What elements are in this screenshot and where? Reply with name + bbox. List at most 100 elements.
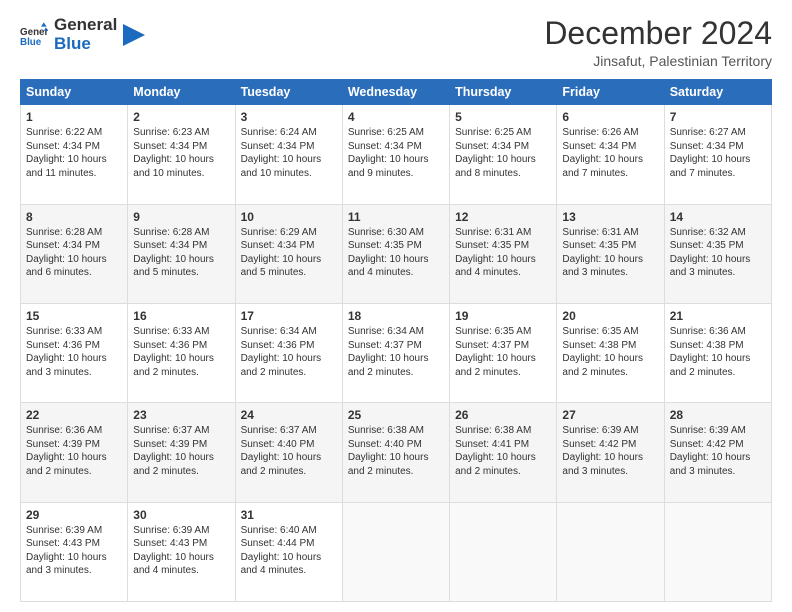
- daylight-label: Daylight: 10 hours and 2 minutes.: [133, 353, 214, 378]
- table-row: 16 Sunrise: 6:33 AM Sunset: 4:36 PM Dayl…: [128, 303, 235, 402]
- day-number: 28: [670, 407, 766, 423]
- sunset-label: Sunset: 4:39 PM: [26, 439, 100, 450]
- sunrise-label: Sunrise: 6:33 AM: [26, 326, 102, 337]
- page: General Blue General Blue December 2024 …: [0, 0, 792, 612]
- daylight-label: Daylight: 10 hours and 2 minutes.: [348, 353, 429, 378]
- logo-icon: General Blue: [20, 21, 48, 49]
- day-number: 16: [133, 308, 229, 324]
- table-row: 15 Sunrise: 6:33 AM Sunset: 4:36 PM Dayl…: [21, 303, 128, 402]
- table-row: 4 Sunrise: 6:25 AM Sunset: 4:34 PM Dayli…: [342, 105, 449, 204]
- table-row: 31 Sunrise: 6:40 AM Sunset: 4:44 PM Dayl…: [235, 502, 342, 601]
- daylight-label: Daylight: 10 hours and 2 minutes.: [562, 353, 643, 378]
- sunrise-label: Sunrise: 6:40 AM: [241, 525, 317, 536]
- logo-general: General: [54, 16, 117, 35]
- sunset-label: Sunset: 4:34 PM: [241, 141, 315, 152]
- day-number: 29: [26, 507, 122, 523]
- sunset-label: Sunset: 4:34 PM: [26, 240, 100, 251]
- table-row: 12 Sunrise: 6:31 AM Sunset: 4:35 PM Dayl…: [450, 204, 557, 303]
- day-number: 12: [455, 209, 551, 225]
- sunrise-label: Sunrise: 6:31 AM: [455, 227, 531, 238]
- sunset-label: Sunset: 4:35 PM: [455, 240, 529, 251]
- day-number: 6: [562, 109, 658, 125]
- sunset-label: Sunset: 4:34 PM: [562, 141, 636, 152]
- sunrise-label: Sunrise: 6:27 AM: [670, 127, 746, 138]
- sunset-label: Sunset: 4:35 PM: [670, 240, 744, 251]
- sunrise-label: Sunrise: 6:39 AM: [133, 525, 209, 536]
- sunrise-label: Sunrise: 6:39 AM: [26, 525, 102, 536]
- empty-cell: [450, 502, 557, 601]
- daylight-label: Daylight: 10 hours and 5 minutes.: [133, 254, 214, 279]
- daylight-label: Daylight: 10 hours and 2 minutes.: [241, 353, 322, 378]
- calendar-header-row: Sunday Monday Tuesday Wednesday Thursday…: [21, 80, 772, 105]
- col-wednesday: Wednesday: [342, 80, 449, 105]
- sunrise-label: Sunrise: 6:32 AM: [670, 227, 746, 238]
- day-number: 13: [562, 209, 658, 225]
- sunrise-label: Sunrise: 6:36 AM: [670, 326, 746, 337]
- daylight-label: Daylight: 10 hours and 4 minutes.: [348, 254, 429, 279]
- table-row: 29 Sunrise: 6:39 AM Sunset: 4:43 PM Dayl…: [21, 502, 128, 601]
- table-row: 8 Sunrise: 6:28 AM Sunset: 4:34 PM Dayli…: [21, 204, 128, 303]
- sunrise-label: Sunrise: 6:39 AM: [562, 425, 638, 436]
- day-number: 7: [670, 109, 766, 125]
- daylight-label: Daylight: 10 hours and 10 minutes.: [241, 154, 322, 179]
- table-row: 20 Sunrise: 6:35 AM Sunset: 4:38 PM Dayl…: [557, 303, 664, 402]
- daylight-label: Daylight: 10 hours and 2 minutes.: [26, 452, 107, 477]
- sunrise-label: Sunrise: 6:35 AM: [562, 326, 638, 337]
- calendar-table: Sunday Monday Tuesday Wednesday Thursday…: [20, 79, 772, 602]
- daylight-label: Daylight: 10 hours and 6 minutes.: [26, 254, 107, 279]
- col-monday: Monday: [128, 80, 235, 105]
- day-number: 18: [348, 308, 444, 324]
- day-number: 14: [670, 209, 766, 225]
- daylight-label: Daylight: 10 hours and 2 minutes.: [348, 452, 429, 477]
- sunrise-label: Sunrise: 6:23 AM: [133, 127, 209, 138]
- day-number: 2: [133, 109, 229, 125]
- col-tuesday: Tuesday: [235, 80, 342, 105]
- sunset-label: Sunset: 4:39 PM: [133, 439, 207, 450]
- sunset-label: Sunset: 4:34 PM: [26, 141, 100, 152]
- col-saturday: Saturday: [664, 80, 771, 105]
- sunset-label: Sunset: 4:41 PM: [455, 439, 529, 450]
- day-number: 9: [133, 209, 229, 225]
- day-number: 11: [348, 209, 444, 225]
- table-row: 1 Sunrise: 6:22 AM Sunset: 4:34 PM Dayli…: [21, 105, 128, 204]
- sunset-label: Sunset: 4:37 PM: [348, 340, 422, 351]
- table-row: 6 Sunrise: 6:26 AM Sunset: 4:34 PM Dayli…: [557, 105, 664, 204]
- sunrise-label: Sunrise: 6:34 AM: [241, 326, 317, 337]
- sunset-label: Sunset: 4:40 PM: [348, 439, 422, 450]
- sunrise-label: Sunrise: 6:25 AM: [348, 127, 424, 138]
- table-row: 30 Sunrise: 6:39 AM Sunset: 4:43 PM Dayl…: [128, 502, 235, 601]
- day-number: 10: [241, 209, 337, 225]
- sunrise-label: Sunrise: 6:39 AM: [670, 425, 746, 436]
- daylight-label: Daylight: 10 hours and 2 minutes.: [241, 452, 322, 477]
- daylight-label: Daylight: 10 hours and 4 minutes.: [241, 552, 322, 577]
- sunrise-label: Sunrise: 6:26 AM: [562, 127, 638, 138]
- empty-cell: [342, 502, 449, 601]
- daylight-label: Daylight: 10 hours and 2 minutes.: [133, 452, 214, 477]
- day-number: 17: [241, 308, 337, 324]
- sunset-label: Sunset: 4:37 PM: [455, 340, 529, 351]
- day-number: 1: [26, 109, 122, 125]
- day-number: 30: [133, 507, 229, 523]
- logo-arrow-icon: [123, 24, 145, 46]
- table-row: 23 Sunrise: 6:37 AM Sunset: 4:39 PM Dayl…: [128, 403, 235, 502]
- sunrise-label: Sunrise: 6:28 AM: [26, 227, 102, 238]
- table-row: 9 Sunrise: 6:28 AM Sunset: 4:34 PM Dayli…: [128, 204, 235, 303]
- sunrise-label: Sunrise: 6:38 AM: [348, 425, 424, 436]
- daylight-label: Daylight: 10 hours and 3 minutes.: [562, 452, 643, 477]
- col-friday: Friday: [557, 80, 664, 105]
- sunrise-label: Sunrise: 6:33 AM: [133, 326, 209, 337]
- sunrise-label: Sunrise: 6:35 AM: [455, 326, 531, 337]
- sunset-label: Sunset: 4:43 PM: [133, 538, 207, 549]
- calendar-week-3: 15 Sunrise: 6:33 AM Sunset: 4:36 PM Dayl…: [21, 303, 772, 402]
- sunrise-label: Sunrise: 6:31 AM: [562, 227, 638, 238]
- table-row: 2 Sunrise: 6:23 AM Sunset: 4:34 PM Dayli…: [128, 105, 235, 204]
- daylight-label: Daylight: 10 hours and 3 minutes.: [670, 254, 751, 279]
- sunset-label: Sunset: 4:36 PM: [133, 340, 207, 351]
- col-thursday: Thursday: [450, 80, 557, 105]
- table-row: 18 Sunrise: 6:34 AM Sunset: 4:37 PM Dayl…: [342, 303, 449, 402]
- day-number: 8: [26, 209, 122, 225]
- table-row: 14 Sunrise: 6:32 AM Sunset: 4:35 PM Dayl…: [664, 204, 771, 303]
- sunset-label: Sunset: 4:42 PM: [562, 439, 636, 450]
- title-block: December 2024 Jinsafut, Palestinian Terr…: [544, 16, 772, 69]
- daylight-label: Daylight: 10 hours and 2 minutes.: [455, 452, 536, 477]
